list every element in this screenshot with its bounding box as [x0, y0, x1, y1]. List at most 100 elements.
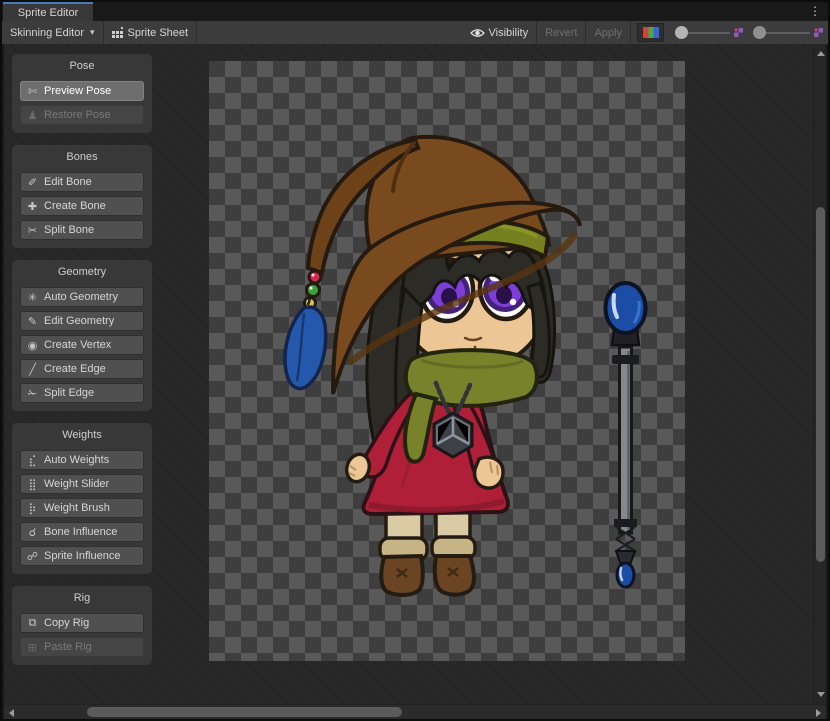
tool-button-label: Split Bone — [44, 224, 94, 236]
restore-pose-button[interactable]: ♟Restore Pose — [20, 105, 144, 125]
slider-handle[interactable] — [753, 26, 766, 39]
create-bone-icon: ✚ — [26, 200, 39, 213]
mode-label: Skinning Editor — [10, 27, 84, 39]
split-edge-button[interactable]: ✁ Split Edge — [20, 383, 144, 403]
sprite-influence-button[interactable]: ☍ Sprite Influence — [20, 546, 144, 566]
edit-geometry-icon: ✎ — [26, 315, 39, 328]
toolbar-right-group: Visibility Revert Apply — [462, 21, 828, 44]
texture-opacity-icon — [814, 28, 823, 37]
tool-button-label: Paste Rig — [44, 641, 92, 653]
tab-title: Sprite Editor — [18, 7, 79, 19]
tool-button-label: Create Vertex — [44, 339, 111, 351]
sprite-sheet-button[interactable]: Sprite Sheet — [104, 21, 197, 44]
slider-handle[interactable] — [675, 26, 688, 39]
sprite-sheet-label: Sprite Sheet — [128, 27, 189, 39]
tool-button-label: Weight Brush — [44, 502, 110, 514]
weight-brush-button[interactable]: ⡷ Weight Brush — [20, 498, 144, 518]
panel-title: Geometry — [20, 266, 144, 279]
create-vertex-button[interactable]: ◉ Create Vertex — [20, 335, 144, 355]
tool-button-label: Copy Rig — [44, 617, 89, 629]
slider-track[interactable] — [686, 32, 730, 34]
split-bone-button[interactable]: ✂ Split Bone — [20, 220, 144, 240]
weight-opacity-slider[interactable] — [753, 26, 823, 39]
skinning-editor-viewport[interactable]: Pose ✄ Preview Pose ♟Restore Pose Bones ✐ Edit… — [4, 45, 817, 704]
sprite-sheet-icon — [112, 27, 124, 39]
auto-weights-icon: ⣎ — [26, 454, 39, 467]
sprite-influence-icon: ☍ — [26, 550, 39, 563]
panel-title: Rig — [20, 592, 144, 605]
tool-button-label: Edit Bone — [44, 176, 92, 188]
horizontal-scrollbar[interactable] — [4, 704, 826, 719]
panel-rig: Rig ⧉ Copy Rig ⊞ Paste Rig — [12, 586, 152, 665]
scroll-up-arrow[interactable] — [817, 51, 825, 56]
scroll-right-arrow[interactable] — [816, 709, 821, 717]
edit-bone-icon: ✐ — [26, 176, 39, 189]
vertical-scrollbar-thumb[interactable] — [816, 207, 825, 562]
tool-button-label: Sprite Influence — [44, 550, 120, 562]
weight-slider-icon: ⣿ — [26, 478, 39, 491]
tab-strip: Sprite Editor ⋮ — [2, 2, 828, 21]
slider-track[interactable] — [764, 32, 810, 34]
toolbar: Skinning Editor ▾ Sprite Sheet Visibilit… — [2, 21, 828, 45]
panel-geometry: Geometry ✳ Auto Geometry ✎ Edit Geometry ◉ Cre… — [12, 260, 152, 411]
tool-button-label: Create Edge — [44, 363, 106, 375]
horizontal-scrollbar-thumb[interactable] — [87, 707, 402, 717]
tool-panels: Pose ✄ Preview Pose ♟Restore Pose Bones ✐ Edit… — [12, 45, 162, 704]
revert-label: Revert — [545, 27, 577, 39]
texture-opacity-icon — [734, 28, 743, 37]
preview-pose-button[interactable]: ✄ Preview Pose — [20, 81, 144, 101]
sprite-opacity-slider[interactable] — [675, 26, 743, 39]
tab-sprite-editor[interactable]: Sprite Editor — [3, 2, 93, 21]
create-edge-icon: ╱ — [26, 363, 39, 376]
tool-button-label: Auto Weights — [44, 454, 109, 466]
vertical-scrollbar[interactable] — [813, 45, 826, 704]
skinning-editor-dropdown[interactable]: Skinning Editor ▾ — [2, 21, 103, 44]
panel-title: Bones — [20, 151, 144, 164]
apply-button[interactable]: Apply — [586, 21, 630, 44]
auto-geometry-button[interactable]: ✳ Auto Geometry — [20, 287, 144, 307]
create-bone-button[interactable]: ✚Create Bone — [20, 196, 144, 216]
panel-pose: Pose ✄ Preview Pose ♟Restore Pose — [12, 54, 152, 133]
restore-pose-icon: ♟ — [26, 109, 39, 122]
rgb-swatch-icon — [643, 27, 659, 38]
sprite-canvas[interactable] — [209, 61, 685, 661]
weight-brush-icon: ⡷ — [26, 502, 39, 515]
weight-slider-button[interactable]: ⣿ Weight Slider — [20, 474, 144, 494]
copy-rig-button[interactable]: ⧉ Copy Rig — [20, 613, 144, 633]
toolbar-separator — [630, 21, 631, 45]
chevron-down-icon: ▾ — [90, 27, 95, 38]
sprite-editor-window: Sprite Editor ⋮ Skinning Editor ▾ Sprite… — [0, 0, 830, 721]
revert-button[interactable]: Revert — [537, 21, 585, 44]
edit-bone-button[interactable]: ✐ Edit Bone — [20, 172, 144, 192]
paste-rig-icon: ⊞ — [26, 641, 39, 654]
split-bone-icon: ✂ — [26, 224, 39, 237]
create-vertex-icon: ◉ — [26, 339, 39, 352]
tool-button-label: Preview Pose — [44, 85, 111, 97]
visibility-label: Visibility — [489, 27, 529, 39]
bone-influence-icon: ☌ — [26, 526, 39, 539]
scroll-down-arrow[interactable] — [817, 692, 825, 697]
eye-icon — [470, 28, 485, 38]
scroll-left-arrow[interactable] — [9, 709, 14, 717]
create-edge-button[interactable]: ╱ Create Edge — [20, 359, 144, 379]
panel-bones: Bones ✐ Edit Bone ✚Create Bone ✂ Split Bone — [12, 145, 152, 248]
apply-label: Apply — [594, 27, 622, 39]
panel-title: Weights — [20, 429, 144, 442]
color-overlay-button[interactable] — [637, 23, 664, 42]
auto-weights-button[interactable]: ⣎ Auto Weights — [20, 450, 144, 470]
tool-button-label: Weight Slider — [44, 478, 109, 490]
tool-button-label: Bone Influence — [44, 526, 117, 538]
bone-influence-button[interactable]: ☌ Bone Influence — [20, 522, 144, 542]
split-edge-icon: ✁ — [26, 387, 39, 400]
preview-pose-icon: ✄ — [26, 85, 39, 98]
visibility-toggle[interactable]: Visibility — [462, 21, 537, 44]
tool-button-label: Split Edge — [44, 387, 94, 399]
copy-rig-icon: ⧉ — [26, 617, 39, 630]
auto-geometry-icon: ✳ — [26, 291, 39, 304]
tool-button-label: Edit Geometry — [44, 315, 114, 327]
panel-title: Pose — [20, 60, 144, 73]
paste-rig-button[interactable]: ⊞ Paste Rig — [20, 637, 144, 657]
tool-button-label: Auto Geometry — [44, 291, 118, 303]
kebab-menu-icon[interactable]: ⋮ — [809, 4, 821, 18]
edit-geometry-button[interactable]: ✎ Edit Geometry — [20, 311, 144, 331]
